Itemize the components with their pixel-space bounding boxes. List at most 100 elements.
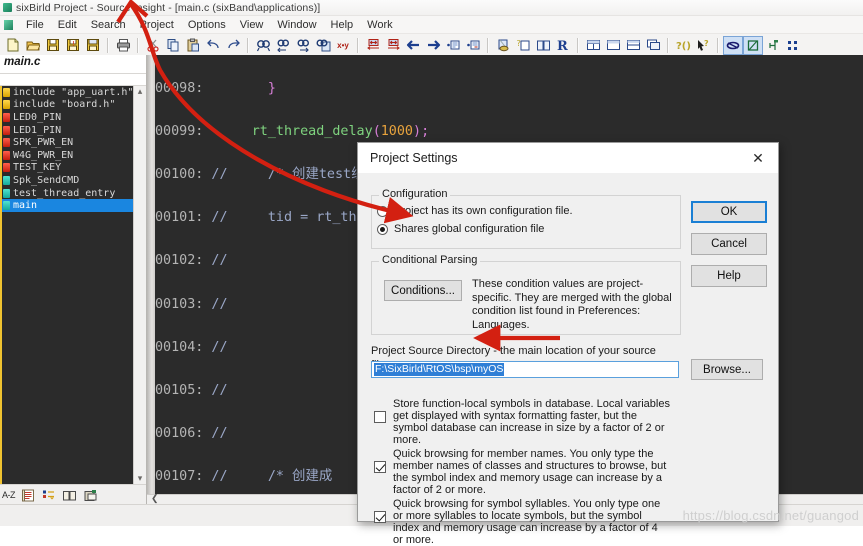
menu-item-work[interactable]: Work (360, 19, 399, 31)
sort-by-type-icon[interactable] (39, 487, 58, 504)
checkbox-store-local-symbols[interactable]: Store function-local symbols in database… (374, 398, 670, 446)
symbol-label: W4G_PWR_EN (13, 149, 74, 161)
save-as-icon[interactable]: ! (63, 36, 83, 55)
symbol-list-icon[interactable] (18, 487, 37, 504)
svg-text:?: ? (704, 39, 709, 48)
code-line: 00099: rt_thread_delay(1000); (155, 121, 863, 143)
context-help-icon[interactable]: ? (693, 36, 713, 55)
list-item[interactable]: test_thread_entry (2, 187, 146, 200)
menu-item-help[interactable]: Help (324, 19, 361, 31)
radio-label: Shares global configuration file (394, 223, 545, 235)
scroll-up-icon[interactable]: ▴ (138, 86, 143, 97)
list-item[interactable]: TEST_KEY (2, 162, 146, 175)
radio-button-selected-icon[interactable] (377, 224, 388, 235)
new-file-icon[interactable] (3, 36, 23, 55)
menu-item-options[interactable]: Options (181, 19, 233, 31)
browse-symbols-icon[interactable] (533, 36, 553, 55)
macro-icon (3, 138, 10, 148)
code-token: ) (413, 123, 422, 139)
dictionary-icon[interactable] (60, 487, 79, 504)
back-arrow-icon[interactable] (403, 36, 423, 55)
menu-item-project[interactable]: Project (133, 19, 181, 31)
list-item[interactable]: LED1_PIN (2, 124, 146, 137)
checkbox-quick-browse-syllables[interactable]: Quick browsing for symbol syllables. You… (374, 498, 670, 546)
highlight-word-icon[interactable] (723, 35, 743, 55)
list-item[interactable]: LED0_PIN (2, 111, 146, 124)
ok-button[interactable]: OK (691, 201, 767, 223)
code-token: } (267, 80, 276, 96)
menu-item-file[interactable]: File (19, 19, 51, 31)
search-backward-icon[interactable] (273, 36, 293, 55)
menu-item-view[interactable]: View (233, 19, 271, 31)
source-directory-field[interactable]: F:\SixBirld\RtOS\bsp\myOS (371, 361, 679, 378)
scroll-left-icon[interactable]: ❮ (151, 493, 159, 504)
open-folder-icon[interactable] (23, 36, 43, 55)
split-horizontal-icon[interactable] (623, 36, 643, 55)
symbol-label: SPK_PWR_EN (13, 137, 74, 149)
checkbox-checked-icon[interactable] (374, 461, 386, 473)
radio-button-icon[interactable] (377, 206, 388, 217)
checkbox-checked-icon[interactable] (374, 511, 386, 523)
list-item[interactable]: include "board.h" (2, 99, 146, 112)
jump-forward-icon[interactable] (383, 36, 403, 55)
define-icon (3, 87, 10, 97)
symbol-list[interactable]: include "app_uart.h" include "board.h" L… (0, 86, 146, 484)
project-settings-dialog: Project Settings ✕ Configuration Project… (357, 142, 779, 546)
jump-to-caller-icon[interactable] (463, 36, 483, 55)
help-button[interactable]: Help (691, 265, 767, 287)
list-item[interactable]: include "app_uart.h" (2, 86, 146, 99)
list-item-selected[interactable]: main (2, 199, 146, 212)
search-icon[interactable] (253, 36, 273, 55)
selection-box-icon[interactable] (743, 35, 763, 55)
symbol-window-icon[interactable] (783, 36, 803, 55)
symbol-label: TEST_KEY (13, 162, 62, 174)
relation-window-icon[interactable]: R (553, 36, 573, 55)
configuration-group-label: Configuration (379, 188, 451, 200)
scroll-down-icon[interactable]: ▾ (138, 473, 143, 484)
radio-own-config[interactable]: Project has its own configuration file. (377, 205, 573, 217)
menu-item-edit[interactable]: Edit (51, 19, 84, 31)
replace-icon[interactable]: x•y (333, 36, 353, 55)
menu-item-window[interactable]: Window (270, 19, 323, 31)
bookmark-icon[interactable] (493, 36, 513, 55)
menu-item-search[interactable]: Search (84, 19, 133, 31)
symbol-list-scrollbar[interactable]: ▴ ▾ (133, 86, 146, 484)
sort-alpha-icon[interactable]: A-Z (2, 490, 16, 500)
list-item[interactable]: W4G_PWR_EN (2, 149, 146, 162)
close-icon[interactable]: ✕ (738, 143, 778, 173)
line-number: 00100: (155, 166, 204, 182)
function-list-icon[interactable]: ?() (673, 36, 693, 55)
jump-back-icon[interactable] (363, 36, 383, 55)
undo-icon[interactable] (203, 36, 223, 55)
search-files-icon[interactable] (313, 36, 333, 55)
checkbox-icon[interactable] (374, 411, 386, 423)
list-item[interactable]: Spk_SendCMD (2, 174, 146, 187)
radio-shares-global-config[interactable]: Shares global configuration file (377, 223, 544, 235)
forward-arrow-icon[interactable] (423, 36, 443, 55)
outline-icon[interactable] (763, 36, 783, 55)
save-icon[interactable] (43, 36, 63, 55)
conditions-button[interactable]: Conditions... (384, 280, 462, 301)
svg-text:R: R (557, 39, 568, 52)
cascade-windows-icon[interactable] (643, 36, 663, 55)
print-icon[interactable] (113, 36, 133, 55)
tile-windows-icon[interactable] (583, 36, 603, 55)
cut-icon[interactable] (143, 36, 163, 55)
define-icon (3, 100, 10, 110)
smart-rename-icon[interactable]: ? (513, 36, 533, 55)
save-all-icon[interactable] (83, 36, 103, 55)
redo-icon[interactable] (223, 36, 243, 55)
checkbox-quick-browse-members[interactable]: Quick browsing for member names. You onl… (374, 448, 670, 496)
single-window-icon[interactable] (603, 36, 623, 55)
dialog-title: Project Settings (370, 151, 458, 165)
toolbar-separator (107, 37, 109, 53)
jump-to-definition-icon[interactable] (443, 36, 463, 55)
list-item[interactable]: SPK_PWR_EN (2, 136, 146, 149)
cancel-button[interactable]: Cancel (691, 233, 767, 255)
search-forward-icon[interactable] (293, 36, 313, 55)
line-number: 00103: (155, 296, 204, 312)
paste-icon[interactable] (183, 36, 203, 55)
copy-icon[interactable] (163, 36, 183, 55)
browse-button[interactable]: Browse... (691, 359, 763, 380)
clip-window-icon[interactable] (81, 487, 100, 504)
